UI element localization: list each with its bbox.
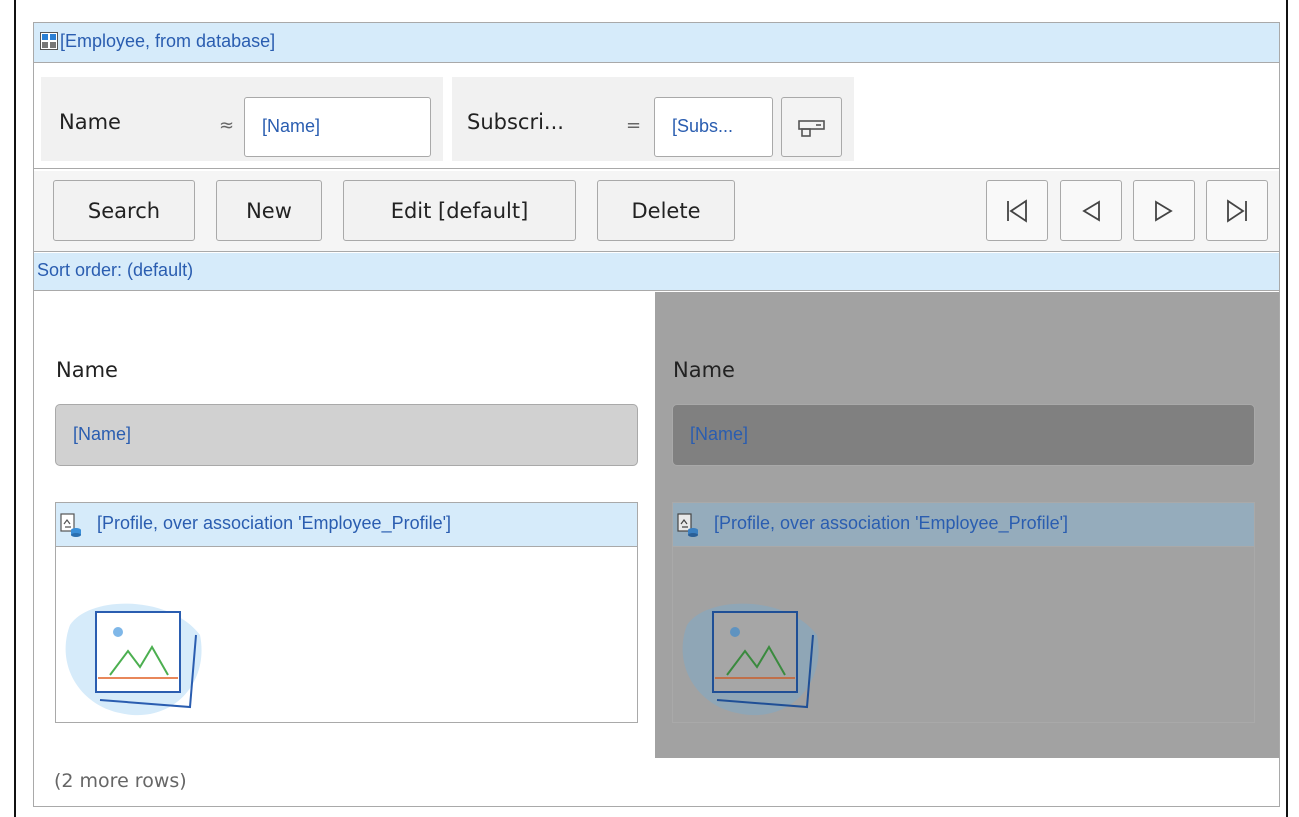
- subscription-filter-label: Subscri...: [467, 110, 564, 134]
- edit-button[interactable]: Edit [default]: [343, 180, 576, 241]
- name-label: Name: [673, 358, 735, 382]
- search-filters: Name ≈ [Name] Subscri... = [Subs...: [34, 69, 1279, 169]
- first-page-icon: [1007, 198, 1027, 223]
- subscription-filter-input[interactable]: [Subs...: [654, 97, 773, 157]
- name-filter: Name ≈ [Name]: [41, 77, 443, 161]
- list-view-header: [Employee, from database]: [34, 23, 1279, 63]
- image-placeholder-icon: [682, 603, 819, 716]
- delete-button[interactable]: Delete: [597, 180, 735, 241]
- list-item[interactable]: Name [Name] [Profile, over association '…: [34, 292, 638, 758]
- toolbar: Search New Edit [default] Delete: [34, 171, 1279, 252]
- list-view-title: [Employee, from database]: [60, 31, 276, 51]
- list-item[interactable]: Name [Name] [Profile, over association '…: [651, 292, 1255, 758]
- profile-reference: [Profile, over association 'Employee_Pro…: [55, 502, 638, 723]
- image-placeholder-icon: [65, 603, 202, 716]
- profile-reference-header: [Profile, over association 'Employee_Pro…: [673, 503, 1254, 547]
- reference-data-icon: [677, 513, 698, 537]
- previous-page-icon: [1082, 199, 1100, 222]
- more-rows-text: (2 more rows): [54, 770, 187, 792]
- last-page-button[interactable]: [1206, 180, 1268, 241]
- subscription-filter-operator[interactable]: =: [626, 115, 641, 136]
- profile-reference: [Profile, over association 'Employee_Pro…: [672, 502, 1255, 723]
- next-page-button[interactable]: [1133, 180, 1195, 241]
- previous-page-button[interactable]: [1060, 180, 1122, 241]
- last-page-icon: [1227, 198, 1247, 223]
- name-label: Name: [56, 358, 118, 382]
- name-value: [Name]: [55, 404, 638, 466]
- next-page-icon: [1155, 199, 1173, 222]
- first-page-button[interactable]: [986, 180, 1048, 241]
- list-view-icon: [40, 32, 58, 50]
- search-button[interactable]: Search: [53, 180, 195, 241]
- profile-reference-header: [Profile, over association 'Employee_Pro…: [56, 503, 637, 547]
- list-area: Name [Name] [Profile, over association '…: [34, 292, 1279, 806]
- name-filter-operator[interactable]: ≈: [219, 115, 234, 136]
- sort-order-bar[interactable]: Sort order: (default): [34, 253, 1279, 291]
- sort-order-label: Sort order: (default): [37, 260, 194, 280]
- employee-list-view: [Employee, from database] Name ≈ [Name] …: [33, 22, 1280, 807]
- new-button[interactable]: New: [216, 180, 322, 241]
- reference-data-icon: [60, 513, 81, 537]
- profile-reference-title[interactable]: [Profile, over association 'Employee_Pro…: [714, 513, 1068, 534]
- profile-reference-title[interactable]: [Profile, over association 'Employee_Pro…: [97, 513, 451, 534]
- filter-options-button[interactable]: [781, 97, 842, 157]
- name-filter-label: Name: [59, 110, 121, 134]
- name-value: [Name]: [672, 404, 1255, 466]
- options-icon: [798, 120, 825, 137]
- name-filter-input[interactable]: [Name]: [244, 97, 431, 157]
